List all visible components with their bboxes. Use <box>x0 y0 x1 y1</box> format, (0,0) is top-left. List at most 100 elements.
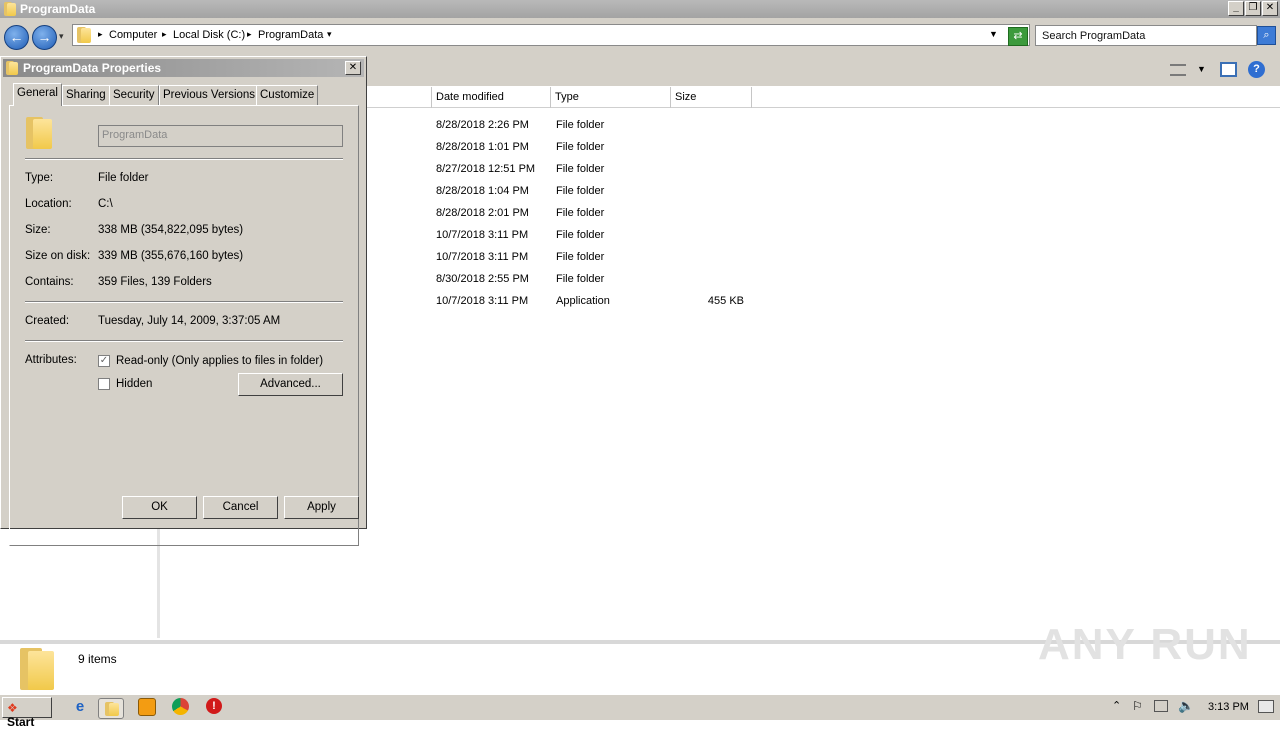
address-row: ← → ▾ ▸ Computer ▸ Local Disk (C:) ▸ Pro… <box>0 18 1280 56</box>
hidden-checkbox[interactable] <box>98 378 110 390</box>
file-type: File folder <box>556 273 605 285</box>
file-size: 455 KB <box>707 295 744 307</box>
file-type: File folder <box>556 229 605 241</box>
flag-icon[interactable]: ⚐ <box>1132 699 1143 713</box>
show-desktop-icon[interactable] <box>1258 700 1274 713</box>
explorer-taskbar-button[interactable] <box>98 698 124 719</box>
address-bar[interactable]: ▸ Computer ▸ Local Disk (C:) ▸ ProgramDa… <box>72 24 1030 46</box>
chrome-icon[interactable] <box>172 698 189 715</box>
file-type: File folder <box>556 141 605 153</box>
show-hidden-icons[interactable]: ⌃ <box>1112 699 1121 712</box>
column-header-type[interactable]: Type <box>551 87 671 108</box>
ok-button[interactable]: OK <box>122 496 197 519</box>
breadcrumb-local-disk[interactable]: Local Disk (C:) <box>173 29 245 41</box>
folder-icon <box>77 27 91 43</box>
dialog-title: ProgramData Properties <box>23 61 162 75</box>
tab-previous-versions[interactable]: Previous Versions <box>159 85 260 105</box>
watermark: ANY RUN <box>1038 620 1252 669</box>
folder-name-field[interactable]: ProgramData <box>98 125 343 147</box>
location-label: Location: <box>25 198 72 210</box>
chevron-down-icon[interactable]: ▸ <box>247 29 252 40</box>
chevron-down-icon[interactable]: ▸ <box>98 29 103 40</box>
column-header-size[interactable]: Size <box>671 87 752 108</box>
refresh-icon[interactable]: ⇄ <box>1008 27 1028 46</box>
window-title-bar: ProgramData _ ❐ ✕ <box>0 0 1280 18</box>
created-label: Created: <box>25 315 70 327</box>
separator <box>25 340 343 342</box>
internet-explorer-icon[interactable]: e <box>70 698 90 718</box>
chevron-down-icon[interactable]: ▾ <box>327 29 332 40</box>
size-label: Size: <box>25 224 51 236</box>
preview-pane-icon[interactable] <box>1220 62 1237 77</box>
close-button[interactable]: ✕ <box>1262 1 1278 16</box>
search-input[interactable]: Search ProgramData <box>1035 25 1257 46</box>
folder-icon <box>6 61 18 75</box>
type-label: Type: <box>25 172 54 184</box>
contains-value: 359 Files, 139 Folders <box>98 276 212 288</box>
location-value: C:\ <box>98 198 113 210</box>
properties-dialog: ProgramData Properties ✕ General Sharing… <box>0 56 367 546</box>
back-button[interactable]: ← <box>4 25 29 50</box>
media-player-icon[interactable] <box>138 698 156 716</box>
file-date: 8/28/2018 1:04 PM <box>436 185 529 197</box>
file-type: File folder <box>556 185 605 197</box>
dialog-close-button[interactable]: ✕ <box>345 61 361 75</box>
tab-customize[interactable]: Customize <box>256 85 319 105</box>
network-icon[interactable] <box>1154 700 1168 712</box>
taskbar: ❖ Start e ! ⌃ ⚐ 🔈 3:13 PM <box>0 694 1280 729</box>
start-button[interactable]: ❖ Start <box>2 697 52 729</box>
chevron-down-icon[interactable]: ▸ <box>162 29 167 40</box>
file-type: File folder <box>556 251 605 263</box>
opera-icon[interactable]: ! <box>206 698 222 714</box>
start-label: Start <box>7 715 35 729</box>
forward-button[interactable]: → <box>32 25 57 50</box>
minimize-button[interactable]: _ <box>1228 1 1244 16</box>
file-type: File folder <box>556 119 605 131</box>
attributes-label: Attributes: <box>25 354 77 366</box>
column-header-date[interactable]: Date modified <box>432 87 551 108</box>
file-type: File folder <box>556 207 605 219</box>
folder-icon <box>26 117 52 149</box>
chevron-down-icon[interactable]: ▼ <box>1197 64 1206 74</box>
tab-security[interactable]: Security <box>109 85 159 105</box>
file-date: 8/28/2018 1:01 PM <box>436 141 529 153</box>
details-pane: 9 items ANY RUN <box>0 620 1280 692</box>
help-icon[interactable]: ? <box>1248 61 1265 78</box>
separator <box>25 158 343 160</box>
breadcrumb-programdata[interactable]: ProgramData <box>258 29 323 41</box>
size-on-disk-value: 339 MB (355,676,160 bytes) <box>98 250 244 262</box>
file-date: 10/7/2018 3:11 PM <box>436 251 529 263</box>
file-type: File folder <box>556 163 605 175</box>
folder-icon <box>4 2 16 16</box>
hidden-label: Hidden <box>116 378 153 390</box>
maximize-button[interactable]: ❐ <box>1245 1 1261 16</box>
tab-general[interactable]: General <box>13 83 62 106</box>
created-value: Tuesday, July 14, 2009, 3:37:05 AM <box>98 315 281 327</box>
tab-sharing[interactable]: Sharing <box>62 85 110 105</box>
readonly-checkbox[interactable]: ✓ <box>98 355 110 367</box>
file-date: 8/28/2018 2:26 PM <box>436 119 529 131</box>
file-date: 8/28/2018 2:01 PM <box>436 207 529 219</box>
file-date: 10/7/2018 3:11 PM <box>436 229 529 241</box>
clock[interactable]: 3:13 PM <box>1208 701 1249 713</box>
size-value: 338 MB (354,822,095 bytes) <box>98 224 244 236</box>
recent-pages-dropdown[interactable]: ▾ <box>59 31 64 42</box>
item-count: 9 items <box>78 652 117 666</box>
size-on-disk-label: Size on disk: <box>25 250 91 262</box>
breadcrumb-computer[interactable]: Computer <box>109 29 157 41</box>
window-title: ProgramData <box>20 2 96 16</box>
apply-button[interactable]: Apply <box>284 496 359 519</box>
folder-icon <box>105 702 119 716</box>
folder-icon <box>20 648 54 690</box>
file-date: 8/30/2018 2:55 PM <box>436 273 529 285</box>
search-icon[interactable]: ⌕ <box>1257 26 1276 45</box>
file-date: 10/7/2018 3:11 PM <box>436 295 529 307</box>
address-history-dropdown[interactable]: ▼ <box>989 29 998 39</box>
cancel-button[interactable]: Cancel <box>203 496 278 519</box>
contains-label: Contains: <box>25 276 74 288</box>
volume-icon[interactable]: 🔈 <box>1178 698 1194 714</box>
type-value: File folder <box>98 172 149 184</box>
view-options-icon[interactable] <box>1170 64 1186 76</box>
windows-logo-icon: ❖ <box>7 701 18 715</box>
advanced-button[interactable]: Advanced... <box>238 373 343 396</box>
